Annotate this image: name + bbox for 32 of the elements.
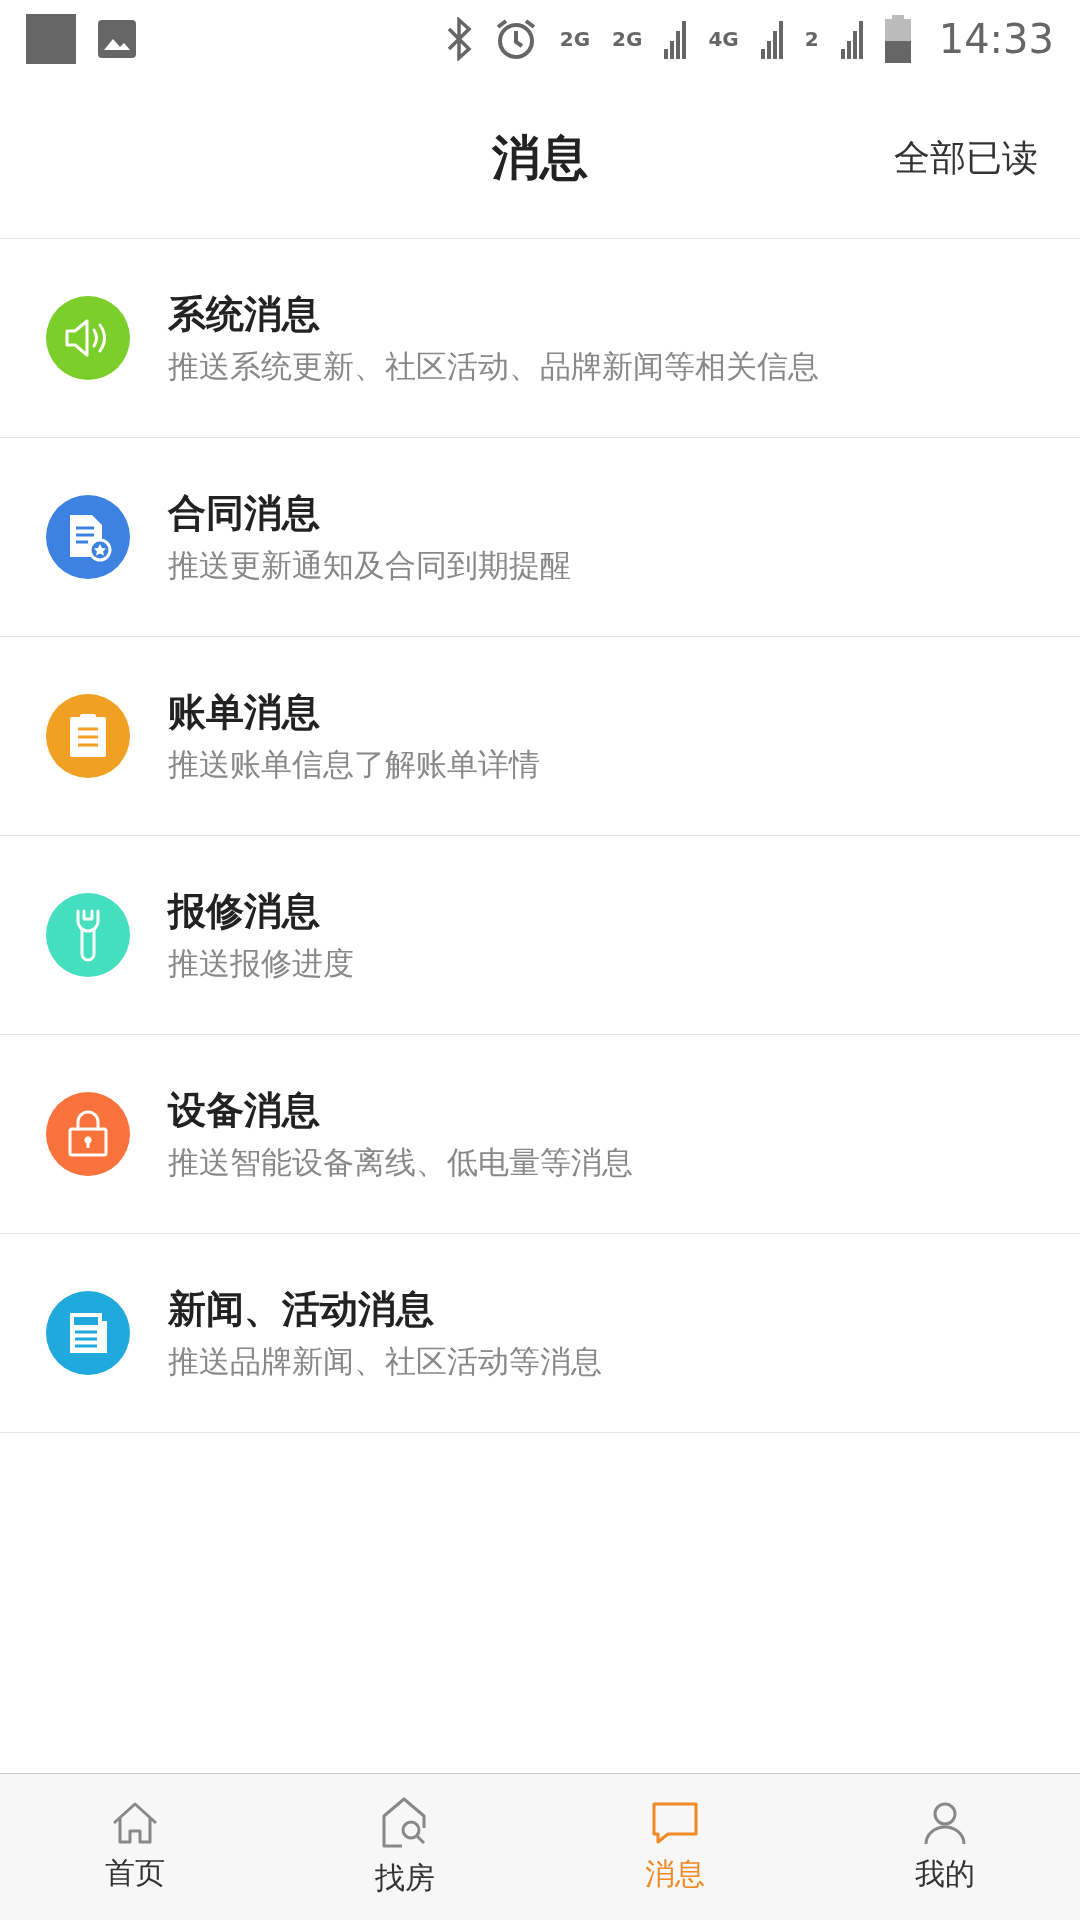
message-category-title[interactable]: 系统消息 [168,288,819,340]
message-category-title[interactable]: 账单消息 [168,686,540,738]
message-category-description: 推送智能设备离线、低电量等消息 [168,1142,633,1182]
clock-time: 14:33 [938,16,1054,62]
image-icon [98,20,136,58]
network-label: 2 [804,27,819,51]
signal-icon [760,19,783,59]
notification-square-icon [26,14,76,64]
clipboard-icon [67,712,109,760]
page-title: 消息 [492,128,588,187]
message-category-description: 推送报修进度 [168,943,354,983]
nav-tab[interactable]: 我的 [810,1774,1080,1920]
message-category-title[interactable]: 新闻、活动消息 [168,1283,602,1335]
message-category-title[interactable]: 设备消息 [168,1084,633,1136]
message-category-description: 推送系统更新、社区活动、品牌新闻等相关信息 [168,346,819,386]
signal-icon [664,19,687,59]
network-label: 2G [559,27,591,51]
bluetooth-icon [445,17,472,61]
nav-tab[interactable]: 找房 [270,1774,540,1920]
lock-icon [66,1109,110,1159]
mark-all-read-button[interactable]: 全部已读 [894,133,1038,183]
message-category-description: 推送账单信息了解账单详情 [168,744,540,784]
message-category-title[interactable]: 报修消息 [168,885,354,937]
message-category-description: 推送品牌新闻、社区活动等消息 [168,1341,602,1381]
message-category-title[interactable]: 合同消息 [168,487,571,539]
message-category-description: 推送更新通知及合同到期提醒 [168,545,571,585]
nav-tab[interactable]: 首页 [0,1774,270,1920]
network-label: 4G [708,27,739,51]
network-label: 2G [612,27,643,51]
signal-icon [840,19,863,59]
home-icon [110,1800,160,1845]
battery-icon [884,15,911,63]
